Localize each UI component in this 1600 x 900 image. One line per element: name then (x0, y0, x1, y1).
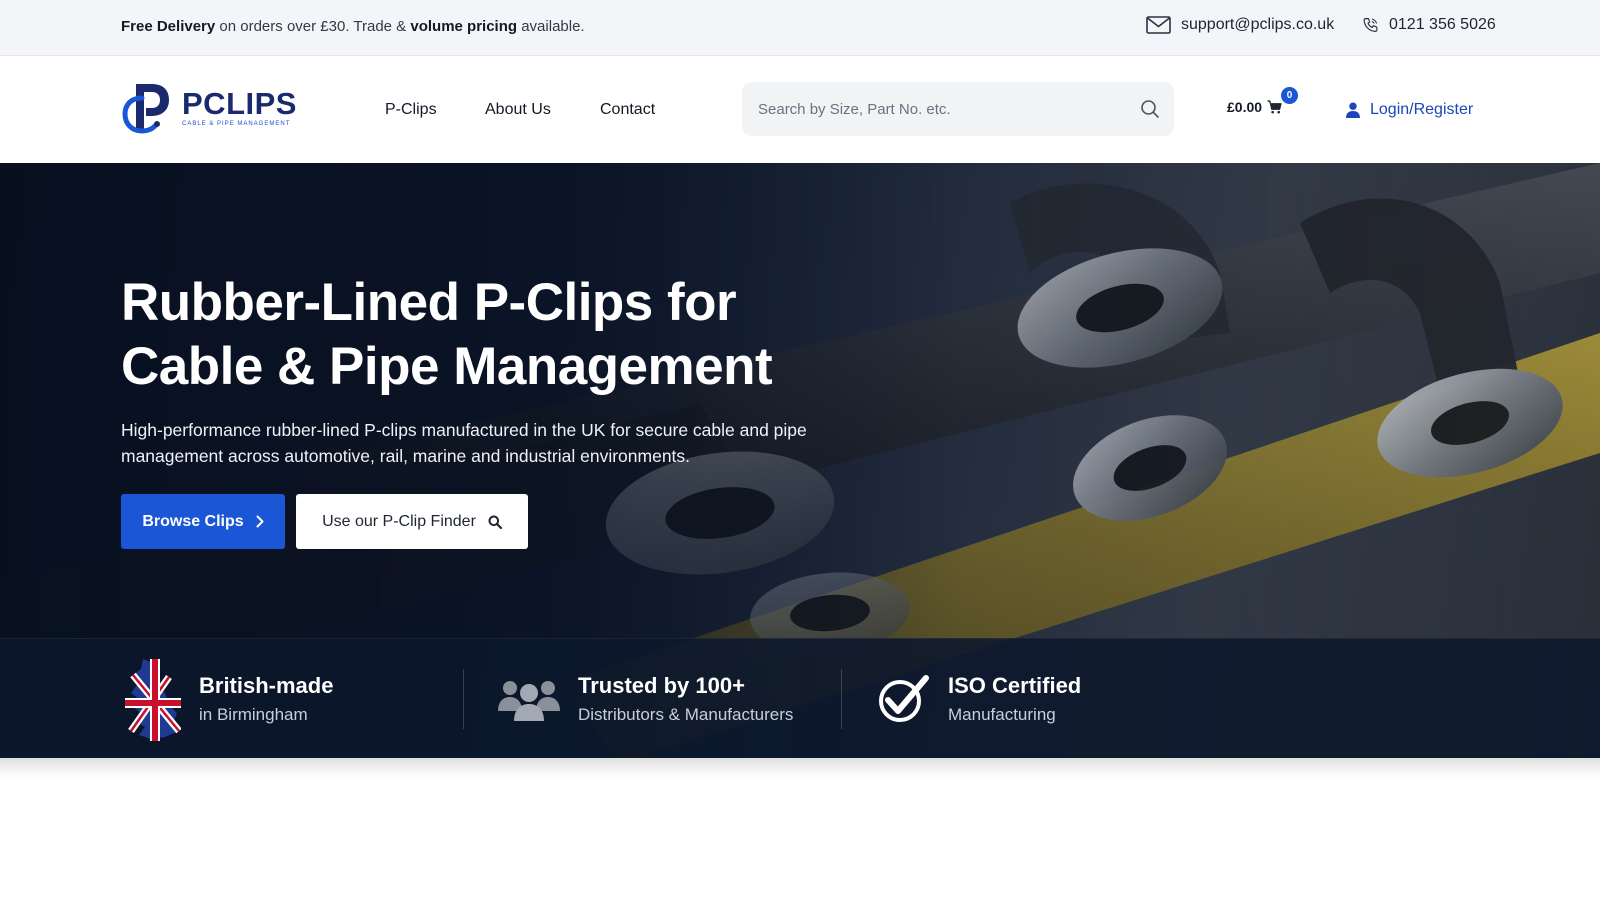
logo-wordmark: PCLIPS (182, 86, 297, 121)
trust-subtitle: Manufacturing (948, 705, 1056, 724)
promo-free-delivery: Free Delivery (121, 18, 216, 35)
top-bar: Free Delivery on orders over £30. Trade … (0, 0, 1600, 56)
promo-volume-pricing: volume pricing (410, 18, 518, 35)
cart-count-badge: 0 (1281, 87, 1298, 104)
hero-title-line-2: Cable & Pipe Management (121, 337, 773, 396)
hero-banner: Rubber-Lined P-Clips for Cable & Pipe Man… (0, 163, 1600, 758)
phone-link[interactable]: 0121 356 5026 (1362, 16, 1496, 34)
cart-icon (1267, 100, 1282, 114)
hero-title: Rubber-Lined P-Clips for Cable & Pipe Man… (121, 271, 841, 399)
browse-clips-button[interactable]: Browse Clips (121, 494, 285, 549)
search-icon (1141, 100, 1159, 118)
search-button[interactable] (1140, 99, 1160, 119)
delivery-promo: Free Delivery on orders over £30. Trade … (121, 18, 585, 35)
nav-about-us[interactable]: About Us (485, 101, 551, 119)
trust-title: Trusted by 100+ (578, 673, 745, 698)
envelope-icon (1146, 16, 1171, 34)
trust-subtitle: Distributors & Manufacturers (578, 705, 794, 724)
login-label: Login/Register (1370, 101, 1474, 118)
trust-divider (841, 669, 842, 729)
email-link[interactable]: support@pclips.co.uk (1146, 16, 1334, 34)
trust-item-trusted: Trusted by 100+ Distributors & Manufactu… (498, 639, 793, 758)
search-icon (488, 515, 502, 529)
phone-number: 0121 356 5026 (1389, 16, 1496, 33)
p-clip-finder-label: Use our P-Clip Finder (322, 512, 476, 530)
people-group-icon (498, 681, 560, 721)
site-header: PCLIPS CABLE & PIPE MANAGEMENT P-Clips A… (0, 56, 1600, 163)
pclips-logo-icon (122, 84, 169, 134)
p-clip-finder-button[interactable]: Use our P-Clip Finder (296, 494, 528, 549)
trust-title: ISO Certified (948, 673, 1082, 698)
login-register-link[interactable]: Login/Register (1346, 101, 1473, 119)
browse-clips-label: Browse Clips (142, 512, 244, 530)
search-box (742, 82, 1174, 136)
nav-p-clips[interactable]: P-Clips (385, 101, 437, 119)
email-address: support@pclips.co.uk (1181, 16, 1335, 33)
hero-subtitle: High-performance rubber-lined P-clips ma… (121, 420, 807, 466)
trust-item-iso: ISO Certified Manufacturing (876, 639, 1081, 758)
uk-map-flag-icon (125, 659, 181, 741)
trust-divider (463, 669, 464, 729)
search-input[interactable] (758, 82, 1128, 136)
phone-icon (1363, 18, 1378, 32)
trust-title: British-made (199, 673, 334, 698)
logo-tagline: CABLE & PIPE MANAGEMENT (182, 121, 291, 127)
check-circle-icon (879, 675, 929, 722)
trust-item-british-made: British-made in Birmingham (121, 639, 333, 758)
nav-contact[interactable]: Contact (600, 101, 655, 119)
hero-title-line-1: Rubber-Lined P-Clips for (121, 273, 737, 332)
user-icon (1346, 102, 1360, 118)
promo-text-end: available. (517, 18, 585, 35)
site-logo[interactable]: PCLIPS CABLE & PIPE MANAGEMENT (122, 80, 297, 136)
trust-subtitle: in Birmingham (199, 705, 308, 724)
cart-button[interactable]: £0.00 0 (1227, 87, 1298, 115)
chevron-right-icon (256, 515, 264, 528)
cart-total: £0.00 (1227, 99, 1263, 115)
hero-shadow (0, 758, 1600, 778)
trust-bar: British-made in Birmingham Trusted by 10… (0, 638, 1600, 758)
promo-text: on orders over £30. Trade & (215, 18, 411, 35)
